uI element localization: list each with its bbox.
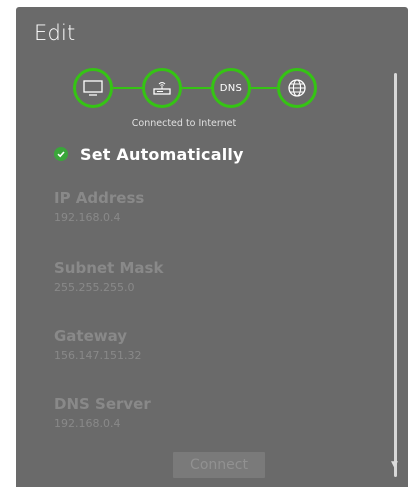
router-node bbox=[142, 68, 182, 108]
ip-address-value: 192.168.0.4 bbox=[54, 211, 121, 224]
ip-address-field: IP Address 192.168.0.4 bbox=[54, 189, 144, 224]
gateway-label: Gateway bbox=[54, 327, 128, 345]
dns-node: DNS bbox=[211, 68, 251, 108]
scroll-down-icon[interactable]: ▼ bbox=[391, 461, 398, 470]
globe-icon bbox=[288, 79, 306, 97]
subnet-mask-value: 255.255.255.0 bbox=[54, 281, 135, 294]
router-icon bbox=[153, 82, 171, 95]
dns-label: DNS bbox=[219, 82, 243, 94]
gateway-value: 156.147.151.32 bbox=[54, 349, 142, 362]
tv-icon bbox=[83, 80, 103, 96]
tv-node bbox=[73, 68, 113, 108]
subnet-mask-label: Subnet Mask bbox=[54, 259, 164, 277]
subnet-mask-field: Subnet Mask 255.255.255.0 bbox=[54, 259, 163, 294]
network-status-diagram: DNS Connected to Internet bbox=[16, 7, 408, 137]
set-automatically-label: Set Automatically bbox=[80, 144, 244, 164]
connector-line bbox=[182, 87, 211, 89]
edit-dialog: Edit DNS Connected to Internet Set Autom… bbox=[16, 7, 408, 487]
connection-status-text: Connected to Internet bbox=[131, 118, 237, 129]
dns-server-field: DNS Server 192.168.0.4 bbox=[54, 395, 151, 430]
connector-line bbox=[113, 87, 142, 89]
scrollbar[interactable] bbox=[394, 73, 397, 477]
set-automatically-checkbox[interactable]: Set Automatically bbox=[54, 144, 244, 164]
check-icon bbox=[54, 147, 68, 161]
connector-line bbox=[251, 87, 277, 89]
internet-node bbox=[277, 68, 317, 108]
connect-button[interactable]: Connect bbox=[173, 452, 265, 478]
ip-address-label: IP Address bbox=[54, 189, 145, 207]
gateway-field: Gateway 156.147.151.32 bbox=[54, 327, 141, 362]
dns-server-value: 192.168.0.4 bbox=[54, 417, 121, 430]
dns-server-label: DNS Server bbox=[54, 395, 151, 413]
